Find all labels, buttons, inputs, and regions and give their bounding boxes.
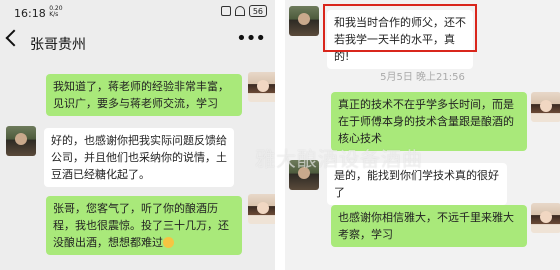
contact-avatar[interactable] — [6, 126, 36, 156]
message-bubble-outgoing: 也感谢你相信雅大，不远千里来雅大考察，学习 — [331, 205, 527, 247]
net-unit: K/s — [49, 11, 59, 18]
message-bubble-outgoing: 我知道了，蒋老师的经验非常丰富，见识广，要多与蒋老师交流，学习 — [46, 74, 242, 116]
message-text: 张哥，您客气了，听了你的酿酒历程，我也很震惊。投了三十几万，还没酿出酒，想想都难… — [53, 202, 229, 249]
watermark-text: 雅大酿酒设备酒曲 — [255, 147, 423, 171]
message-text: 我知道了，蒋老师的经验非常丰富，见识广，要多与蒋老师交流，学习 — [53, 80, 229, 110]
chat-title: 张哥贵州 — [30, 37, 86, 53]
back-arrow-icon[interactable] — [5, 29, 23, 47]
contact-avatar[interactable] — [289, 6, 319, 36]
status-time: 16:18 — [14, 7, 46, 20]
user-avatar[interactable] — [248, 194, 275, 224]
chat-header: 张哥贵州 ••• — [0, 28, 275, 60]
more-options-icon[interactable]: ••• — [236, 28, 266, 49]
right-chat-screenshot: 和我当时合作的师父，还不若我学一天半的水平，真的! 5月5日 晚上21:56 真… — [285, 0, 560, 270]
message-text: 是的，能找到你们学技术真的很好了 — [334, 169, 499, 199]
highlight-box — [323, 4, 477, 52]
message-bubble-incoming: 好的，也感谢你把我实际问题反馈给公司，并且他们也采纳你的说情，土豆酒已经糖化起了… — [44, 128, 234, 187]
message-bubble-outgoing: 张哥，您客气了，听了你的酿酒历程，我也很震惊。投了三十几万，还没酿出酒，想想都难… — [46, 196, 242, 255]
battery-icon: 56 — [248, 5, 267, 17]
user-avatar[interactable] — [531, 203, 560, 233]
message-text: 真正的技术不在乎学多长时间，而是在于师傅本身的技术含量跟是酿酒的核心技术 — [338, 98, 514, 145]
message-timestamp: 5月5日 晚上21:56 — [380, 72, 465, 83]
message-text: 好的，也感谢你把我实际问题反馈给公司，并且他们也采纳你的说情，土豆酒已经糖化起了… — [51, 134, 227, 181]
status-bar: 16:18 0.20 K/s 56 — [0, 0, 275, 24]
user-avatar[interactable] — [531, 92, 560, 122]
message-text: 也感谢你相信雅大，不远千里来雅大考察，学习 — [338, 211, 514, 241]
left-chat-screenshot: 16:18 0.20 K/s 56 张哥贵州 ••• 我知道了，蒋老师的经验非常… — [0, 0, 275, 270]
user-avatar[interactable] — [248, 72, 275, 102]
wifi-icon — [234, 6, 245, 16]
notification-icon — [220, 6, 231, 16]
emoji-icon — [163, 237, 174, 248]
